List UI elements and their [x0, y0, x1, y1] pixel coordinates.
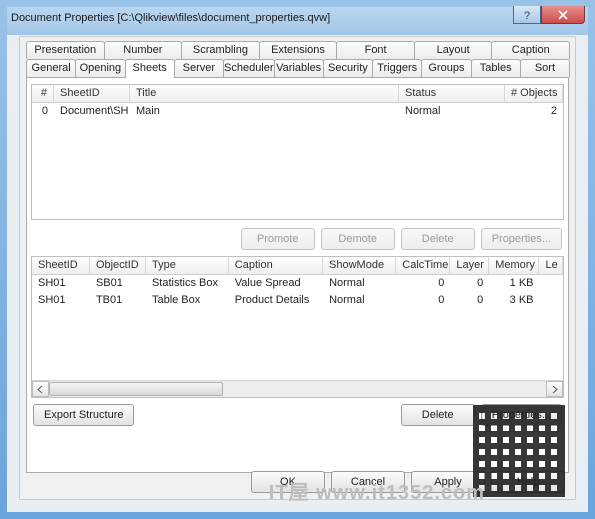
ok-button[interactable]: OK	[251, 471, 325, 493]
col2-objectid[interactable]: ObjectID	[90, 257, 146, 274]
objects-hscrollbar[interactable]	[32, 380, 563, 397]
objects-list-header[interactable]: SheetID ObjectID Type Caption ShowMode C…	[32, 257, 563, 275]
qr-code-overlay	[473, 405, 565, 497]
scroll-right-button[interactable]	[546, 381, 563, 397]
promote-button[interactable]: Promote	[241, 228, 315, 250]
export-structure-button[interactable]: Export Structure	[33, 404, 134, 426]
col-index[interactable]: #	[32, 85, 54, 102]
help-window-button[interactable]: ?	[513, 6, 541, 24]
tab-sort[interactable]: Sort	[520, 59, 570, 77]
tab-layout[interactable]: Layout	[414, 41, 493, 59]
sheets-list-header[interactable]: # SheetID Title Status # Objects	[32, 85, 563, 103]
tab-opening[interactable]: Opening	[75, 59, 125, 77]
tab-tables[interactable]: Tables	[471, 59, 521, 77]
table-row[interactable]: SH01SB01Statistics BoxValue SpreadNormal…	[32, 275, 563, 292]
col-objects[interactable]: # Objects	[505, 85, 563, 102]
col2-type[interactable]: Type	[146, 257, 229, 274]
col2-sheetid[interactable]: SheetID	[32, 257, 90, 274]
delete-object-button[interactable]: Delete	[401, 404, 475, 426]
scroll-track[interactable]	[49, 381, 546, 397]
tab-sheets[interactable]: Sheets	[125, 59, 175, 78]
col2-le[interactable]: Le	[539, 257, 563, 274]
col2-showmode[interactable]: ShowMode	[323, 257, 396, 274]
scroll-thumb[interactable]	[49, 382, 223, 396]
tab-triggers[interactable]: Triggers	[372, 59, 422, 77]
delete-sheet-button[interactable]: Delete	[401, 228, 475, 250]
window-buttons: ?	[513, 6, 585, 24]
tab-general[interactable]: General	[26, 59, 76, 77]
tab-presentation[interactable]: Presentation	[26, 41, 105, 59]
sheet-action-buttons: Promote Demote Delete Properties...	[241, 228, 562, 250]
table-row[interactable]: SH01TB01Table BoxProduct DetailsNormal00…	[32, 292, 563, 309]
col2-layer[interactable]: Layer	[450, 257, 489, 274]
col2-memory[interactable]: Memory	[489, 257, 539, 274]
close-window-button[interactable]	[541, 6, 585, 24]
tab-number[interactable]: Number	[104, 41, 183, 59]
col2-calctime[interactable]: CalcTime	[396, 257, 450, 274]
window-title: Document Properties [C:\Qlikview\files\d…	[11, 12, 584, 24]
tab-security[interactable]: Security	[323, 59, 373, 77]
tab-scheduler[interactable]: Scheduler	[223, 59, 275, 77]
tab-server[interactable]: Server	[174, 59, 224, 77]
col-title[interactable]: Title	[130, 85, 399, 102]
col2-caption[interactable]: Caption	[229, 257, 323, 274]
cancel-button[interactable]: Cancel	[331, 471, 405, 493]
tab-scrambling[interactable]: Scrambling	[181, 41, 260, 59]
tab-variables[interactable]: Variables	[274, 59, 324, 77]
sheet-properties-button[interactable]: Properties...	[481, 228, 562, 250]
col-status[interactable]: Status	[399, 85, 505, 102]
sheets-listview[interactable]: # SheetID Title Status # Objects 0Docume…	[31, 84, 564, 220]
scroll-left-button[interactable]	[32, 381, 49, 397]
tab-font[interactable]: Font	[336, 41, 415, 59]
tab-caption[interactable]: Caption	[491, 41, 570, 59]
svg-text:?: ?	[524, 10, 530, 20]
col-sheetid[interactable]: SheetID	[54, 85, 130, 102]
demote-button[interactable]: Demote	[321, 228, 395, 250]
tab-extensions[interactable]: Extensions	[259, 41, 338, 59]
tab-groups[interactable]: Groups	[421, 59, 471, 77]
table-row[interactable]: 0Document\SHMainNormal2	[32, 103, 563, 120]
titlebar[interactable]: Document Properties [C:\Qlikview\files\d…	[7, 7, 588, 29]
objects-listview[interactable]: SheetID ObjectID Type Caption ShowMode C…	[31, 256, 564, 398]
